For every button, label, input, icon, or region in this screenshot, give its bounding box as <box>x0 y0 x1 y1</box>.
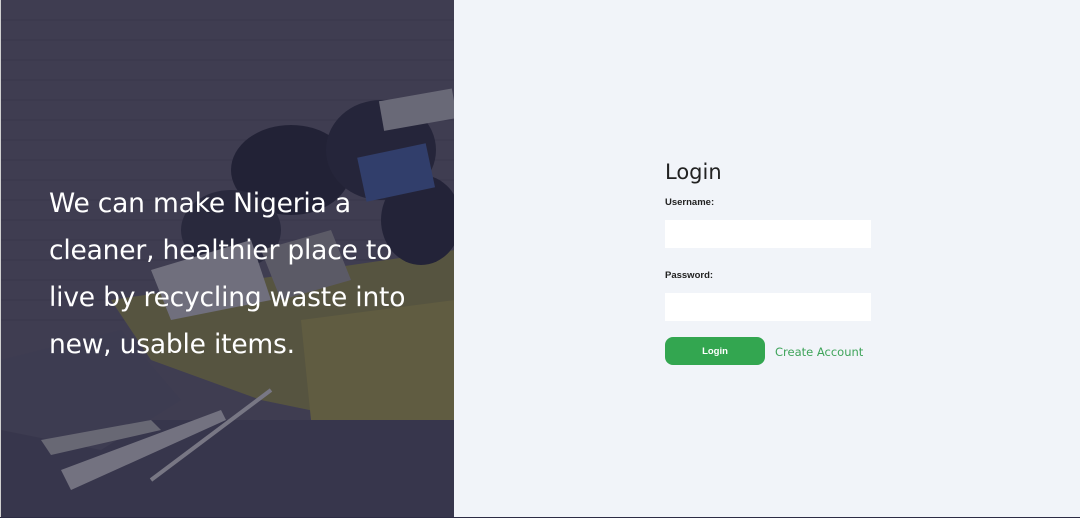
create-account-link[interactable]: Create Account <box>775 345 863 359</box>
login-panel: Login Username: Password: Login Create A… <box>454 0 1080 518</box>
username-input[interactable] <box>665 220 871 248</box>
login-page: We can make Nigeria a cleaner, healthier… <box>0 0 1080 518</box>
hero-panel: We can make Nigeria a cleaner, healthier… <box>0 0 454 518</box>
hero-tagline: We can make Nigeria a cleaner, healthier… <box>49 188 406 360</box>
login-form: Login Username: Password: Login Create A… <box>665 158 885 365</box>
password-input[interactable] <box>665 293 871 321</box>
username-label: Username: <box>665 197 715 208</box>
login-title: Login <box>665 160 722 184</box>
login-button[interactable]: Login <box>665 337 765 365</box>
login-actions: Login Create Account <box>665 337 885 365</box>
password-label: Password: <box>665 270 714 281</box>
